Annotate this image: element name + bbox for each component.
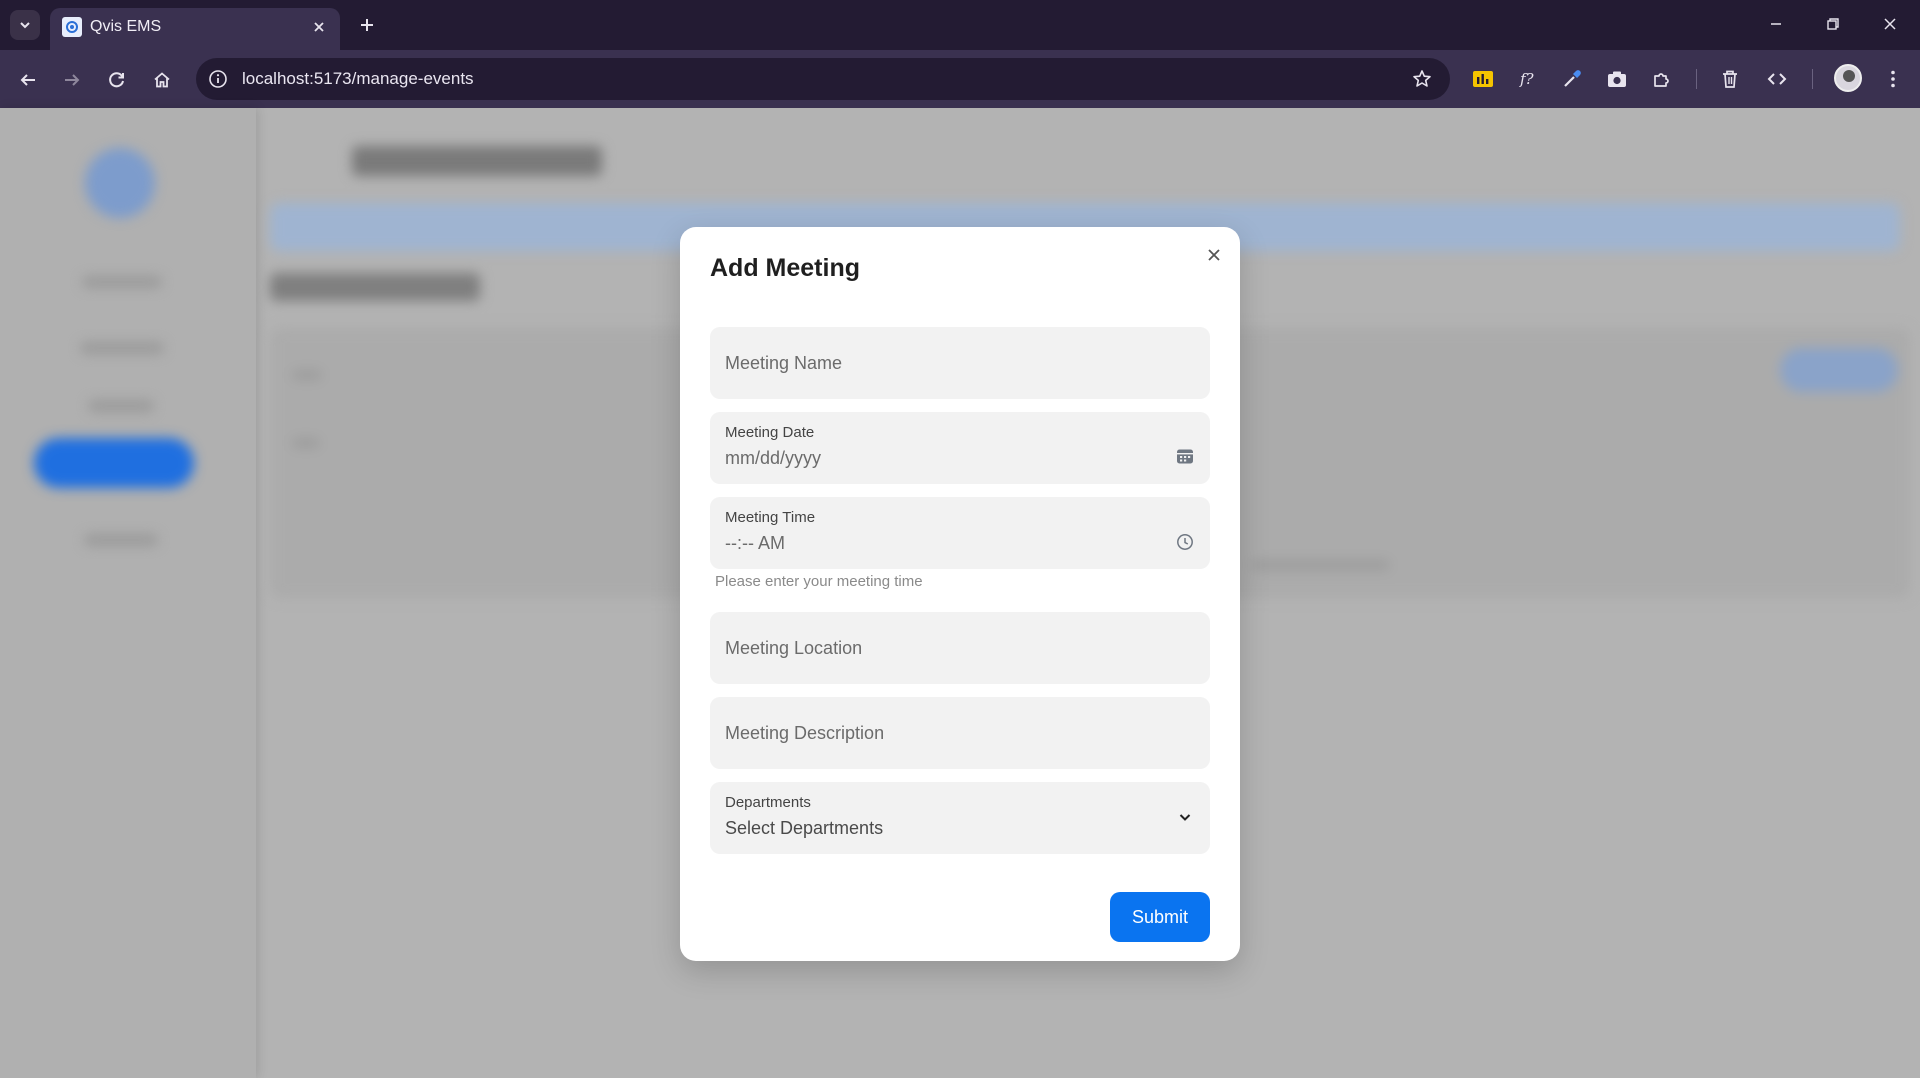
camera-icon: [1608, 71, 1626, 87]
devtools-button[interactable]: [1762, 64, 1792, 94]
extension-chart-button[interactable]: [1468, 64, 1498, 94]
close-icon: [1208, 249, 1220, 261]
back-button[interactable]: [12, 64, 44, 96]
meeting-description-placeholder: Meeting Description: [725, 723, 885, 743]
sidebar-item: [84, 534, 158, 546]
close-icon: [314, 22, 324, 32]
url-text: localhost:5173/manage-events: [242, 69, 474, 88]
sidebar-item-active: [34, 438, 194, 488]
meeting-date-label: Meeting Date: [725, 424, 815, 441]
forward-button[interactable]: [56, 64, 88, 96]
restore-button[interactable]: [1815, 8, 1851, 40]
svg-text:f?: f?: [1519, 70, 1535, 88]
chevron-down-icon: [1174, 806, 1196, 828]
toolbar-separator: [1696, 69, 1697, 89]
meeting-time-value: --:-- AM: [725, 533, 785, 553]
sidebar-item: [88, 400, 154, 412]
more-vertical-icon: [1891, 70, 1895, 88]
extension-eyedropper-button[interactable]: [1557, 64, 1587, 94]
extensions-puzzle-button[interactable]: [1647, 64, 1677, 94]
plus-icon: [361, 19, 373, 31]
departments-value: Select Departments: [725, 818, 884, 838]
meeting-location-placeholder: Meeting Location: [725, 638, 863, 658]
departments-label: Departments: [725, 794, 811, 811]
add-button: [1780, 348, 1898, 392]
meeting-description-field[interactable]: Meeting Description: [710, 697, 1210, 769]
minimize-icon: [1771, 23, 1781, 25]
chevron-down-icon: [20, 22, 30, 29]
calendar-icon[interactable]: [1174, 445, 1196, 467]
arrow-right-icon: [65, 74, 80, 86]
tab-search-button[interactable]: [10, 10, 40, 40]
address-bar[interactable]: localhost:5173/manage-events: [196, 58, 1450, 100]
font-icon: f?: [1519, 70, 1535, 88]
sidebar: [0, 108, 256, 1078]
site-info-icon[interactable]: [206, 67, 230, 91]
new-tab-button[interactable]: [352, 10, 382, 40]
eyedropper-icon: [1564, 70, 1581, 87]
modal-title: Add Meeting: [710, 254, 860, 282]
tab-close-button[interactable]: [308, 16, 330, 38]
star-icon: [1413, 70, 1431, 87]
meeting-time-helper-text: Please enter your meeting time: [715, 573, 923, 590]
code-icon: [1767, 73, 1787, 85]
extension-camera-button[interactable]: [1602, 64, 1632, 94]
table-cell: [1250, 560, 1390, 570]
home-button[interactable]: [146, 64, 178, 96]
browser-tab-bar: Qvis EMS: [0, 0, 1920, 50]
sidebar-item: [82, 276, 162, 288]
meeting-time-label: Meeting Time: [725, 509, 816, 526]
meeting-date-value: mm/dd/yyyy: [725, 448, 822, 468]
browser-menu-button[interactable]: [1878, 64, 1908, 94]
profile-avatar[interactable]: [1834, 64, 1862, 92]
bar-chart-icon: [1473, 71, 1493, 87]
extension-font-button[interactable]: f?: [1513, 64, 1543, 94]
close-window-button[interactable]: [1872, 8, 1908, 40]
reload-icon: [109, 72, 124, 88]
reload-button[interactable]: [101, 64, 133, 96]
meeting-date-field[interactable]: Meeting Date mm/dd/yyyy: [710, 412, 1210, 484]
delete-button[interactable]: [1715, 64, 1745, 94]
favicon-icon: [62, 17, 82, 37]
browser-toolbar: localhost:5173/manage-events f?: [0, 50, 1920, 108]
minimize-button[interactable]: [1758, 8, 1794, 40]
clock-icon[interactable]: [1174, 531, 1196, 553]
restore-icon: [1827, 18, 1839, 30]
browser-tab[interactable]: Qvis EMS: [50, 8, 340, 50]
submit-button[interactable]: Submit: [1110, 892, 1210, 942]
trash-icon: [1723, 70, 1737, 88]
add-meeting-modal: Add Meeting Meeting Name Meeting Date mm…: [680, 227, 1240, 961]
departments-select[interactable]: Departments Select Departments: [710, 782, 1210, 854]
tab-title: Qvis EMS: [90, 18, 162, 35]
meeting-time-field[interactable]: Meeting Time --:-- AM: [710, 497, 1210, 569]
logo: [85, 148, 155, 218]
close-icon: [1884, 18, 1896, 30]
bookmark-star-button[interactable]: [1410, 67, 1434, 91]
meeting-location-field[interactable]: Meeting Location: [710, 612, 1210, 684]
table-cell: [292, 370, 322, 380]
arrow-left-icon: [20, 74, 35, 86]
modal-close-button[interactable]: [1202, 243, 1226, 267]
meeting-name-placeholder: Meeting Name: [725, 353, 843, 373]
puzzle-icon: [1654, 73, 1669, 87]
toolbar-separator: [1812, 69, 1813, 89]
sidebar-item: [80, 342, 164, 354]
table-cell: [292, 438, 320, 448]
home-icon: [154, 72, 170, 88]
section-heading: [270, 273, 480, 301]
meeting-name-field[interactable]: Meeting Name: [710, 327, 1210, 399]
page-heading: [352, 146, 602, 176]
